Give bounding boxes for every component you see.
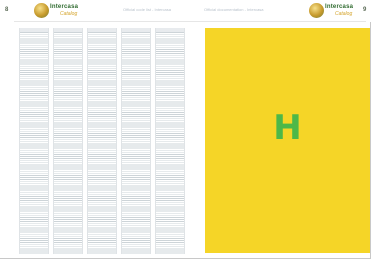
column-header <box>88 28 116 32</box>
column-header <box>122 28 150 32</box>
index-column <box>53 28 83 254</box>
index-page <box>17 28 188 254</box>
column-header <box>20 28 48 32</box>
column-header <box>156 28 184 32</box>
index-column <box>87 28 117 254</box>
logo-wordmark: Intercasa <box>325 4 354 10</box>
right-running-header: Official documentation - Intercasa <box>204 7 264 12</box>
right-logo: Intercasa Catalog <box>309 3 365 19</box>
section-divider-page: H <box>205 28 370 253</box>
section-letter: H <box>273 108 302 148</box>
right-page-number: 9 <box>363 7 367 13</box>
left-running-header: Official code list - Intercasa <box>123 7 171 12</box>
logo-icon <box>309 3 324 18</box>
page-header: 8 Intercasa Catalog Official code list -… <box>0 0 372 22</box>
header-rule <box>14 21 366 22</box>
logo-icon <box>34 3 49 18</box>
left-logo: Intercasa Catalog <box>34 3 90 19</box>
index-column <box>19 28 49 254</box>
logo-subtitle: Catalog <box>335 11 353 17</box>
left-page-number: 8 <box>5 7 9 13</box>
index-column <box>155 28 185 254</box>
logo-subtitle: Catalog <box>60 11 78 17</box>
index-column <box>121 28 151 254</box>
column-header <box>54 28 82 32</box>
logo-wordmark: Intercasa <box>50 4 79 10</box>
